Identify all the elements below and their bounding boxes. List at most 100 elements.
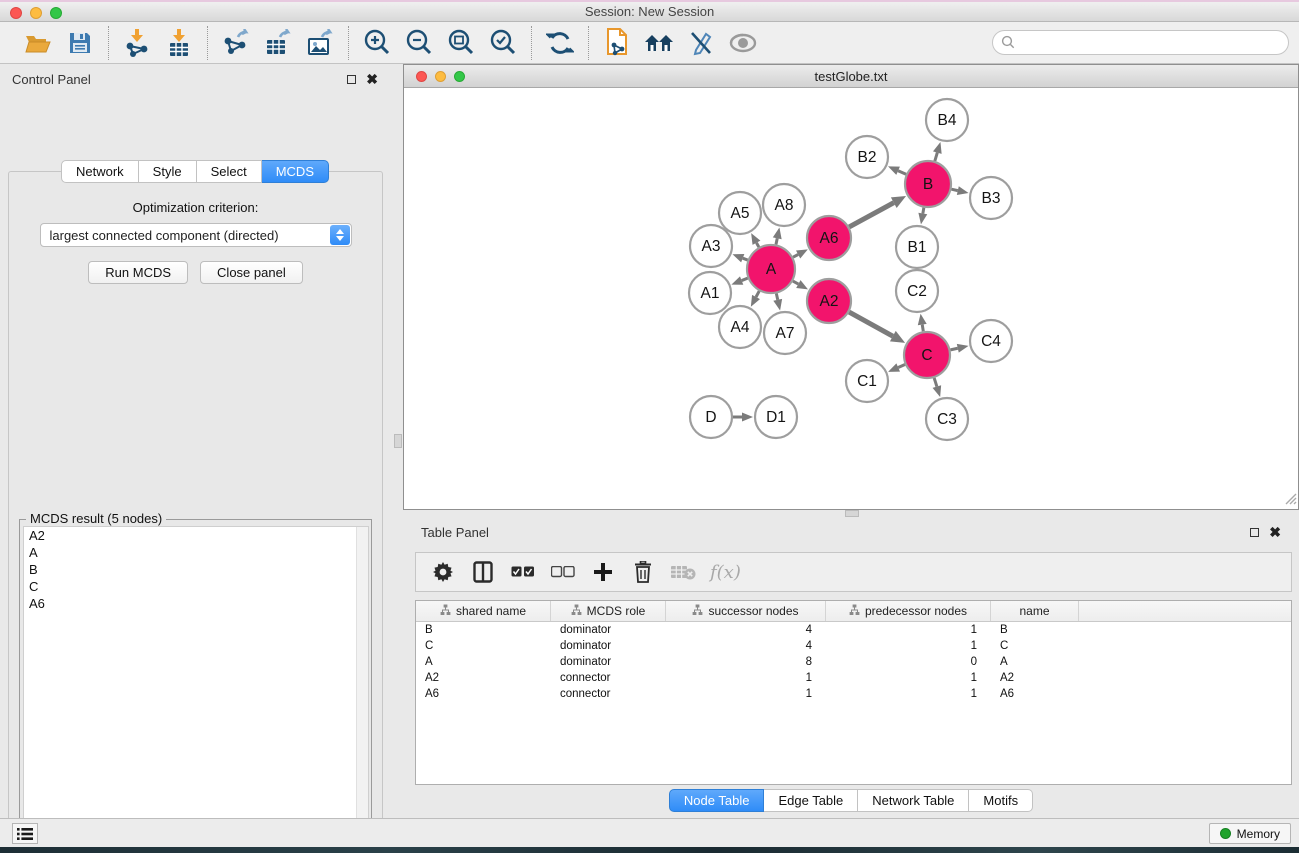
tab-network-table[interactable]: Network Table xyxy=(858,789,969,812)
export-network-icon[interactable] xyxy=(218,26,254,60)
svg-text:C1: C1 xyxy=(857,373,877,390)
close-window-button[interactable] xyxy=(10,7,22,19)
graph-node-A4[interactable]: A4 xyxy=(719,306,761,348)
resize-grip-icon[interactable] xyxy=(1283,491,1297,508)
graph-node-A7[interactable]: A7 xyxy=(764,312,806,354)
graph-node-A5[interactable]: A5 xyxy=(719,192,761,234)
hide-annotations-icon[interactable] xyxy=(683,26,719,60)
table-row[interactable]: A6connector11A6 xyxy=(416,686,1291,702)
column-header[interactable]: name xyxy=(991,601,1079,621)
export-table-icon[interactable] xyxy=(260,26,296,60)
home-view-icon[interactable] xyxy=(641,26,677,60)
horizontal-splitter-grip[interactable] xyxy=(845,510,859,517)
run-mcds-button[interactable]: Run MCDS xyxy=(88,261,188,284)
table-settings-gear-icon[interactable] xyxy=(430,557,456,587)
show-columns-icon[interactable] xyxy=(470,557,496,587)
table-close-icon[interactable]: ✖ xyxy=(1269,528,1281,537)
tab-mcds[interactable]: MCDS xyxy=(262,160,329,183)
table-float-icon[interactable] xyxy=(1250,528,1259,537)
zoom-window-button[interactable] xyxy=(50,7,62,19)
result-scrollbar[interactable] xyxy=(356,527,368,852)
result-item[interactable]: A2 xyxy=(24,527,368,544)
graph-node-B1[interactable]: B1 xyxy=(896,226,938,268)
result-item[interactable]: A6 xyxy=(24,595,368,612)
graph-node-B3[interactable]: B3 xyxy=(970,177,1012,219)
graph-node-C4[interactable]: C4 xyxy=(970,320,1012,362)
show-details-icon[interactable] xyxy=(725,26,761,60)
network-canvas[interactable]: A A1 A2 A3 A4 A5 A6 A7 A8 B B1 B2 B3B4 C C1 C2 C3 C4 D D1 xyxy=(404,88,1298,509)
graph-node-A8[interactable]: A8 xyxy=(763,184,805,226)
tab-motifs[interactable]: Motifs xyxy=(969,789,1033,812)
node-table[interactable]: shared nameMCDS rolesuccessor nodesprede… xyxy=(415,600,1292,785)
graph-node-B4[interactable]: B4 xyxy=(926,99,968,141)
import-network-icon[interactable] xyxy=(119,26,155,60)
graph-node-D1[interactable]: D1 xyxy=(755,396,797,438)
svg-text:C3: C3 xyxy=(937,411,957,428)
zoom-fit-icon[interactable] xyxy=(443,26,479,60)
select-all-icon[interactable] xyxy=(510,557,536,587)
zoom-selected-icon[interactable] xyxy=(485,26,521,60)
criterion-dropdown[interactable]: largest connected component (directed) xyxy=(40,223,352,247)
app-titlebar: Session: New Session xyxy=(0,0,1299,22)
mcds-result-list[interactable]: A2ABCA6 xyxy=(23,526,369,853)
graph-node-C3[interactable]: C3 xyxy=(926,398,968,440)
search-input[interactable] xyxy=(992,30,1289,55)
function-builder-icon[interactable]: f(x) xyxy=(710,557,741,587)
minimize-window-button[interactable] xyxy=(30,7,42,19)
tab-edge-table[interactable]: Edge Table xyxy=(764,789,858,812)
graph-node-A[interactable]: A xyxy=(747,245,795,293)
net-close-button[interactable] xyxy=(416,71,427,82)
table-row[interactable]: Adominator80A xyxy=(416,654,1291,670)
search-field[interactable] xyxy=(992,30,1289,55)
graph-node-A2[interactable]: A2 xyxy=(807,279,851,323)
float-panel-icon[interactable] xyxy=(347,75,356,84)
delete-table-icon[interactable] xyxy=(670,557,696,587)
graph-node-A6[interactable]: A6 xyxy=(807,216,851,260)
graph-node-A3[interactable]: A3 xyxy=(690,225,732,267)
close-panel-icon[interactable]: ✖ xyxy=(366,75,378,84)
close-panel-button[interactable]: Close panel xyxy=(200,261,303,284)
column-type-icon xyxy=(571,604,582,619)
tab-node-table[interactable]: Node Table xyxy=(669,789,765,812)
network-window-titlebar[interactable]: testGlobe.txt xyxy=(404,65,1298,88)
tab-style[interactable]: Style xyxy=(139,160,197,183)
result-item[interactable]: C xyxy=(24,578,368,595)
graph-node-B[interactable]: B xyxy=(905,161,951,207)
column-header[interactable]: predecessor nodes xyxy=(826,601,991,621)
memory-button[interactable]: Memory xyxy=(1209,823,1291,844)
table-row[interactable]: Cdominator41C xyxy=(416,638,1291,654)
network-from-document-icon[interactable] xyxy=(599,26,635,60)
result-item[interactable]: A xyxy=(24,544,368,561)
app-title: Session: New Session xyxy=(585,4,714,19)
graph-node-C1[interactable]: C1 xyxy=(846,360,888,402)
import-table-icon[interactable] xyxy=(161,26,197,60)
graph-node-C[interactable]: C xyxy=(904,332,950,378)
tab-network[interactable]: Network xyxy=(61,160,139,183)
graph-node-C2[interactable]: C2 xyxy=(896,270,938,312)
tab-select[interactable]: Select xyxy=(197,160,262,183)
net-minimize-button[interactable] xyxy=(435,71,446,82)
delete-column-icon[interactable] xyxy=(630,557,656,587)
deselect-all-icon[interactable] xyxy=(550,557,576,587)
add-column-icon[interactable] xyxy=(590,557,616,587)
vertical-splitter-grip[interactable] xyxy=(394,434,402,448)
graph-node-D[interactable]: D xyxy=(690,396,732,438)
open-session-icon[interactable] xyxy=(20,26,56,60)
table-row[interactable]: Bdominator41B xyxy=(416,622,1291,638)
zoom-out-icon[interactable] xyxy=(401,26,437,60)
graph-node-A1[interactable]: A1 xyxy=(689,272,731,314)
zoom-in-icon[interactable] xyxy=(359,26,395,60)
refresh-icon[interactable] xyxy=(542,26,578,60)
desktop-wallpaper-strip xyxy=(0,847,1299,853)
result-item[interactable]: B xyxy=(24,561,368,578)
column-header[interactable]: MCDS role xyxy=(551,601,666,621)
column-header[interactable]: shared name xyxy=(416,601,551,621)
table-row[interactable]: A2connector11A2 xyxy=(416,670,1291,686)
export-image-icon[interactable] xyxy=(302,26,338,60)
task-history-button[interactable] xyxy=(12,823,38,844)
column-header[interactable]: successor nodes xyxy=(666,601,826,621)
network-graph[interactable]: A A1 A2 A3 A4 A5 A6 A7 A8 B B1 B2 B3B4 C C1 C2 C3 C4 D D1 xyxy=(404,88,1298,509)
net-zoom-button[interactable] xyxy=(454,71,465,82)
save-session-icon[interactable] xyxy=(62,26,98,60)
graph-node-B2[interactable]: B2 xyxy=(846,136,888,178)
